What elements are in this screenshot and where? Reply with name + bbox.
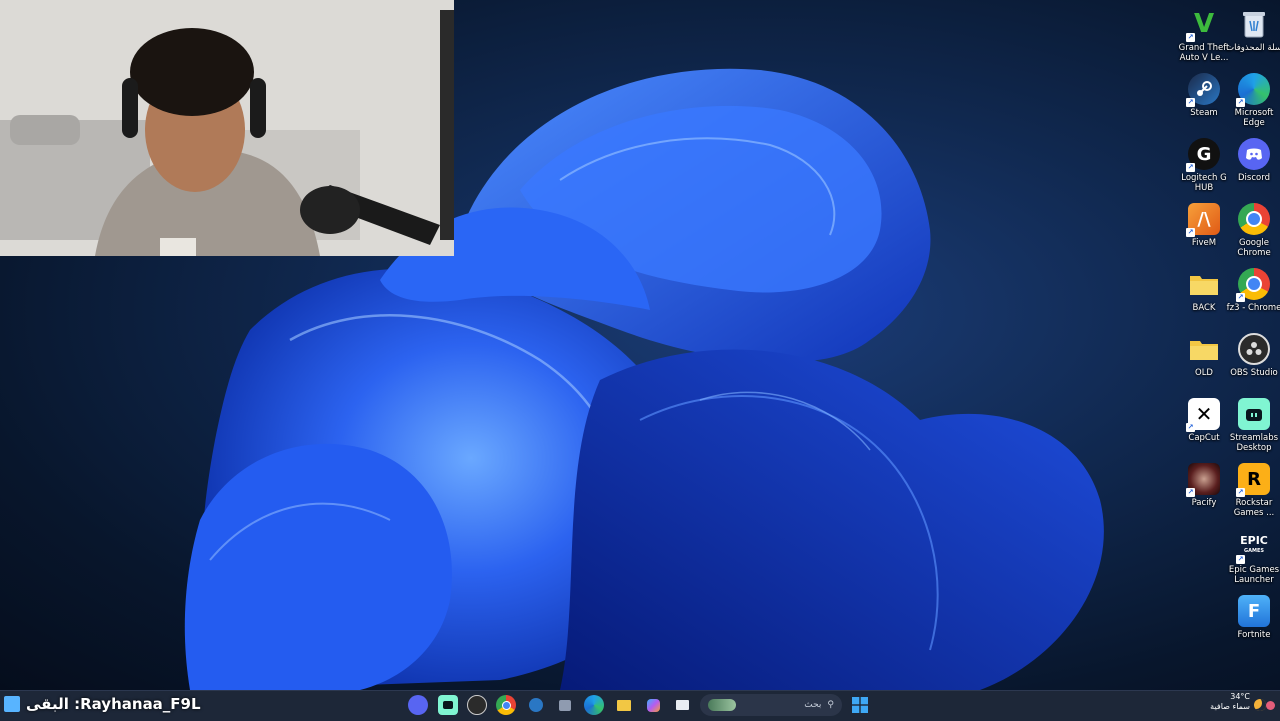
discord-icon (1238, 138, 1270, 170)
overlay-badge-icon (4, 696, 20, 712)
streamlabs-icon (1238, 398, 1270, 430)
weather-temp: 34°C (1230, 692, 1250, 701)
desktop-icon-logitech[interactable]: G ↗ Logitech G HUB (1176, 138, 1232, 193)
pacify-icon: ↗ (1186, 463, 1220, 497)
taskbar-steam-icon[interactable] (526, 695, 546, 715)
desktop-icon-rockstar[interactable]: R ↗ Rockstar Games ... (1226, 463, 1280, 518)
stream-overlay-label: البقى :Rayhanaa_F9L (4, 693, 201, 715)
webcam-feed (0, 0, 454, 256)
desktop-icon-discord[interactable]: Discord (1226, 138, 1280, 183)
desktop-icon-chrome[interactable]: Google Chrome (1226, 203, 1280, 258)
taskbar-chrome-icon[interactable] (496, 695, 516, 715)
rockstar-icon: R ↗ (1236, 463, 1270, 497)
desktop-icon-steam[interactable]: ↗ Steam (1176, 73, 1232, 118)
weather-widget[interactable]: 34°C سماء صافية (1200, 692, 1250, 712)
edge-icon: ↗ (1236, 73, 1270, 107)
desktop-icon-epic-games[interactable]: EPIC GAMES ↗ Epic Games Launcher (1226, 530, 1280, 585)
taskbar-app-window-icon[interactable] (672, 695, 692, 715)
desktop-icon-fz3-chrome[interactable]: ↗ fz3 - Chrome (1226, 268, 1280, 313)
taskbar-edge-icon[interactable] (584, 695, 604, 715)
recycle-bin-icon (1238, 8, 1270, 40)
search-thumbnail-icon (708, 699, 736, 711)
desktop: سلة المحذوفات V ↗ Grand Theft Auto V Le..… (0, 0, 1280, 690)
folder-icon (1188, 333, 1220, 365)
desktop-icon-fortnite[interactable]: F Fortnite (1226, 595, 1280, 640)
search-icon: ⚲ (827, 700, 834, 710)
desktop-icon-streamlabs[interactable]: Streamlabs Desktop (1226, 398, 1280, 453)
search-placeholder: بحث (804, 700, 822, 710)
windows-logo-icon (852, 697, 868, 713)
desktop-icon-obs[interactable]: OBS Studio (1226, 333, 1280, 378)
chrome-profile-icon: ↗ (1236, 268, 1270, 302)
chrome-icon (1238, 203, 1270, 235)
taskbar-obs-icon[interactable] (467, 695, 487, 715)
folder-icon (1188, 268, 1220, 300)
taskbar-store-icon[interactable] (555, 695, 575, 715)
obs-icon (1238, 333, 1270, 365)
fortnite-icon: F (1238, 595, 1270, 627)
taskbar-copilot-icon[interactable] (643, 695, 663, 715)
taskbar-discord-icon[interactable] (408, 695, 428, 715)
steam-icon: ↗ (1186, 73, 1220, 107)
epic-games-icon: EPIC GAMES ↗ (1236, 534, 1268, 564)
taskbar-search-box[interactable]: بحث ⚲ (700, 694, 842, 716)
desktop-icon-recycle-bin[interactable]: سلة المحذوفات (1226, 8, 1280, 53)
notification-badge-icon[interactable] (1264, 695, 1276, 715)
desktop-icon-edge[interactable]: ↗ Microsoft Edge (1226, 73, 1280, 128)
gta-v-icon: V ↗ (1186, 9, 1215, 42)
logitech-icon: G ↗ (1186, 138, 1220, 172)
desktop-icon-back-folder[interactable]: BACK (1176, 268, 1232, 313)
capcut-icon: ✕ ↗ (1186, 398, 1220, 432)
desktop-icon-pacify[interactable]: ↗ Pacify (1176, 463, 1232, 508)
desktop-icon-capcut[interactable]: ✕ ↗ CapCut (1176, 398, 1232, 443)
desktop-icon-gta-v[interactable]: V ↗ Grand Theft Auto V Le... (1176, 8, 1232, 63)
taskbar-streamlabs-icon[interactable] (438, 695, 458, 715)
taskbar-file-explorer-icon[interactable] (614, 695, 634, 715)
start-button[interactable] (850, 695, 870, 715)
desktop-icon-old-folder[interactable]: OLD (1176, 333, 1232, 378)
webcam-overlay (0, 0, 454, 256)
weather-condition: سماء صافية (1210, 702, 1250, 711)
fivem-icon: /\ ↗ (1186, 203, 1220, 237)
desktop-icon-fivem[interactable]: /\ ↗ FiveM (1176, 203, 1232, 248)
